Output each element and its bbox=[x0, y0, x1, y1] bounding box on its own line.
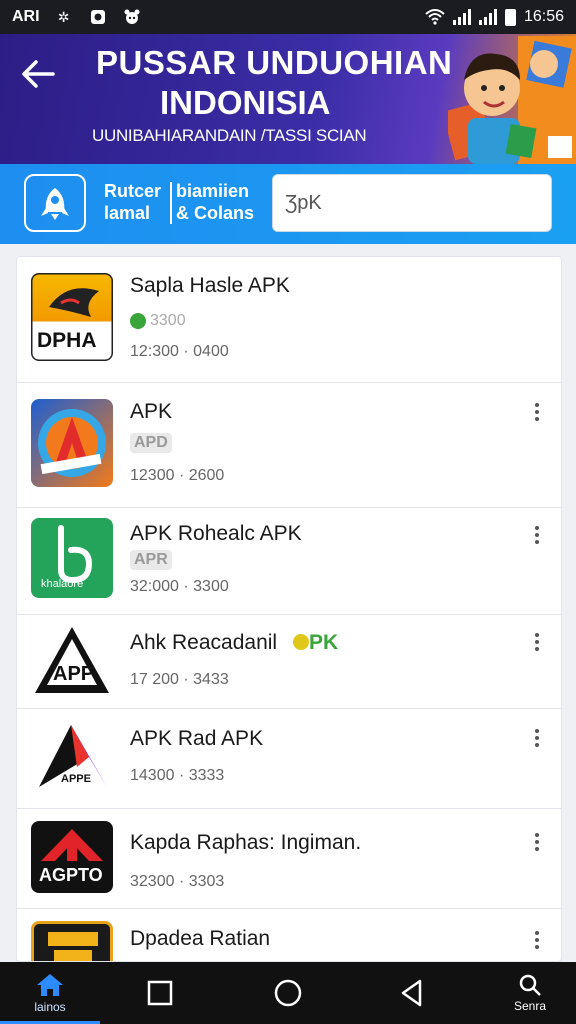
nav-home-label: lainos bbox=[34, 1000, 66, 1014]
app-meta: 32:000 · 3300 bbox=[130, 578, 229, 595]
arrow-left-icon bbox=[22, 60, 55, 88]
status-dot-icon bbox=[292, 634, 309, 650]
nav-search[interactable]: Senra bbox=[498, 962, 562, 1024]
more-options-button[interactable] bbox=[527, 629, 547, 655]
app-meta: 12300 · 2600 bbox=[130, 467, 225, 484]
app-name: Kapda Raphas: Ingiman. bbox=[130, 831, 362, 854]
mascot-illustration bbox=[448, 36, 576, 164]
list-item[interactable]: APK APD 12300 · 2600 bbox=[17, 383, 561, 508]
app-meta: 32300 · 3303 bbox=[130, 873, 225, 890]
nav-search-label: Senra bbox=[513, 999, 547, 1013]
app-badge: APD bbox=[130, 433, 172, 453]
app-icon-label: APP bbox=[53, 663, 95, 685]
filter-a-line2: lamal bbox=[104, 203, 151, 223]
bottom-nav-bar: lainos Senra bbox=[0, 962, 576, 1024]
app-name: Dpadea Ratian bbox=[130, 927, 271, 950]
filter-b-line1: biamiien bbox=[176, 181, 250, 201]
app-meta: 12:300 · 0400 bbox=[130, 343, 229, 360]
app-name: Sapla Hasle APK bbox=[130, 274, 290, 297]
app-icon-label: APPE bbox=[61, 773, 91, 785]
app-name: APK Rad APK bbox=[130, 727, 264, 750]
clock-icon bbox=[130, 313, 146, 329]
app-icon: AGPTO bbox=[31, 821, 113, 893]
wifi-icon bbox=[425, 8, 445, 26]
filter-b-line2: & Colans bbox=[176, 203, 255, 223]
page-subtitle: UUNIBAHIARANDAIN /TASSI SCIAN bbox=[92, 126, 367, 145]
nav-home[interactable]: lainos bbox=[0, 962, 100, 1024]
app-icon: khalaore bbox=[31, 518, 113, 598]
app-badge-text: 3300 bbox=[150, 312, 186, 329]
app-icon-label: DPHA bbox=[37, 329, 97, 352]
page-title-line2: INDONISIA bbox=[160, 84, 331, 121]
search-icon bbox=[519, 974, 541, 996]
nav-back[interactable] bbox=[382, 962, 442, 1024]
nav-recents[interactable] bbox=[130, 962, 190, 1024]
arrow-logo-icon bbox=[39, 725, 107, 787]
camera-icon bbox=[88, 8, 108, 26]
app-name-suffix: PK bbox=[308, 631, 339, 654]
app-icon-label: khalaore bbox=[41, 578, 84, 590]
game-logo-icon bbox=[48, 932, 98, 961]
list-item[interactable]: AGPTO Kapda Raphas: Ingiman. 32300 · 330… bbox=[17, 809, 561, 909]
more-options-button[interactable] bbox=[527, 725, 547, 751]
letter-a-icon bbox=[38, 409, 106, 477]
animal-icon bbox=[122, 8, 142, 26]
app-icon: APP bbox=[31, 623, 113, 699]
back-button[interactable] bbox=[18, 54, 58, 94]
more-options-button[interactable] bbox=[527, 399, 547, 425]
list-item[interactable]: Dpadea Ratian bbox=[17, 909, 561, 961]
app-name: Ahk Reacadanil PK bbox=[130, 631, 338, 655]
list-item[interactable]: APP Ahk Reacadanil PK 17 200 · 3433 bbox=[17, 615, 561, 709]
signal-icon bbox=[478, 9, 497, 25]
rocket-icon bbox=[41, 188, 69, 220]
app-meta: 17 200 · 3433 bbox=[130, 671, 229, 688]
more-options-button[interactable] bbox=[527, 522, 547, 548]
app-icon: APPE bbox=[31, 717, 113, 797]
app-icon: DPHA bbox=[31, 273, 113, 361]
app-icon bbox=[31, 921, 113, 961]
rocket-button[interactable] bbox=[24, 174, 86, 232]
app-badge: APR bbox=[130, 550, 172, 570]
more-options-button[interactable] bbox=[527, 927, 547, 953]
battery-icon bbox=[504, 8, 516, 26]
app-name: APK bbox=[130, 400, 173, 423]
carrier-label: ARI bbox=[12, 8, 40, 25]
filter-a-line1: Rutcer bbox=[104, 181, 162, 201]
page-title: PUSSAR UNDUOHIAN bbox=[96, 44, 453, 81]
clock: 16:56 bbox=[523, 8, 564, 25]
list-item[interactable]: khalaore APK Rohealc APK APR 32:000 · 33… bbox=[17, 508, 561, 615]
app-name: APK Rohealc APK bbox=[130, 522, 302, 545]
app-list: DPHA Sapla Hasle APK 3300 12:300 · 0400 … bbox=[16, 256, 562, 962]
app-icon-label: AGPTO bbox=[39, 865, 103, 885]
signal-icon bbox=[452, 9, 471, 25]
search-strip: Rutcer lamal biamiien & Colans bbox=[0, 164, 576, 244]
puzzle-icon: ✲ bbox=[57, 8, 70, 25]
filter-option-b[interactable]: biamiien & Colans bbox=[176, 180, 254, 224]
list-item[interactable]: APPE APK Rad APK 14300 · 3333 bbox=[17, 709, 561, 809]
status-bar: ARI ✲ 16:56 bbox=[0, 0, 576, 34]
list-item[interactable]: DPHA Sapla Hasle APK 3300 12:300 · 0400 bbox=[17, 257, 561, 383]
app-name-text: Ahk Reacadanil bbox=[130, 631, 278, 654]
triangle-logo-icon bbox=[35, 627, 109, 693]
back-triangle-icon bbox=[401, 979, 422, 1007]
search-input[interactable] bbox=[272, 174, 552, 232]
more-options-button[interactable] bbox=[527, 829, 547, 855]
app-meta: 14300 · 3333 bbox=[130, 767, 225, 784]
circle-icon bbox=[274, 979, 302, 1007]
square-icon bbox=[147, 980, 173, 1006]
filter-option-a[interactable]: Rutcer lamal bbox=[104, 180, 161, 224]
nav-home-circle[interactable] bbox=[258, 962, 318, 1024]
app-badge: 3300 bbox=[130, 312, 186, 330]
app-icon bbox=[31, 399, 113, 487]
header-banner: PUSSAR UNDUOHIAN INDONISIA UUNIBAHIARAND… bbox=[0, 34, 576, 164]
home-icon bbox=[37, 974, 63, 996]
divider bbox=[170, 182, 172, 224]
